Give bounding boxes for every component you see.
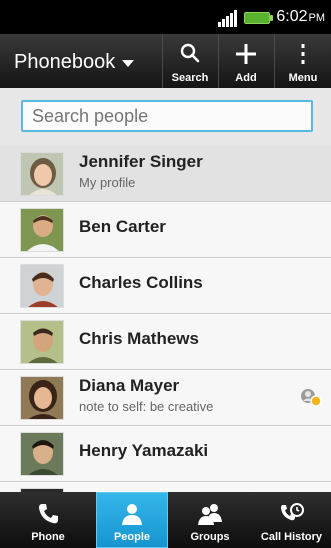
avatar <box>20 432 64 476</box>
add-button-label: Add <box>235 72 257 84</box>
contact-name: Henry Yamazaki <box>79 441 209 460</box>
list-item[interactable] <box>0 482 331 492</box>
search-box[interactable] <box>21 100 313 132</box>
more-vert-icon <box>301 44 305 64</box>
tab-people[interactable]: People <box>96 492 168 548</box>
avatar <box>20 152 64 196</box>
search-button[interactable]: Search <box>162 34 218 88</box>
contact-row-henry-yamazaki[interactable]: Henry Yamazaki <box>0 426 331 482</box>
signal-icon <box>218 9 238 27</box>
search-button-label: Search <box>171 72 209 84</box>
search-input[interactable] <box>23 102 311 130</box>
status-icons: 6:02PM <box>218 8 325 27</box>
menu-button[interactable]: Menu <box>275 34 331 88</box>
contact-name: Charles Collins <box>79 273 203 292</box>
avatar <box>20 264 64 308</box>
page-title: Phonebook <box>14 51 116 73</box>
avatar <box>20 376 64 420</box>
menu-button-label: Menu <box>288 72 318 84</box>
contact-row-charles-collins[interactable]: Charles Collins <box>0 258 331 314</box>
contact-name: Jennifer Singer <box>79 152 203 171</box>
phonebook-dropdown[interactable]: Phonebook <box>14 50 135 74</box>
status-bar: 6:02PM <box>0 0 331 34</box>
phonebook-screen: 6:02PM Phonebook Search Add Menu Search … <box>0 0 331 548</box>
avatar <box>20 208 64 252</box>
contact-row-diana-mayer[interactable]: Diana Mayer note to self: be creative <box>0 370 331 426</box>
chevron-down-icon <box>122 59 135 67</box>
contact-name: Diana Mayer <box>79 376 180 395</box>
plus-icon <box>236 44 256 64</box>
contact-name: Chris Mathews <box>79 329 199 348</box>
contact-name: Ben Carter <box>79 217 166 236</box>
battery-icon <box>244 11 274 24</box>
tab-label: Call History <box>260 531 323 543</box>
status-time-ampm: PM <box>308 12 326 24</box>
tab-phone[interactable]: Phone <box>0 492 96 548</box>
tab-groups[interactable]: Groups <box>168 492 252 548</box>
contact-row-chris-mathews[interactable]: Chris Mathews <box>0 314 331 370</box>
contact-row-jennifer-singer[interactable]: Jennifer Singer My profile <box>0 146 331 202</box>
call-history-icon <box>280 503 304 521</box>
avatar <box>20 320 64 364</box>
tab-label: Phone <box>31 531 65 543</box>
presence-icon <box>301 389 322 407</box>
add-button[interactable]: Add <box>218 34 274 88</box>
search-icon <box>180 43 200 63</box>
tab-label: People <box>113 531 151 543</box>
contact-subtitle: note to self: be creative <box>79 399 214 414</box>
tab-call-history[interactable]: Call History <box>252 492 331 548</box>
phone-icon <box>39 504 58 524</box>
action-bar: Phonebook Search Add Menu <box>0 34 331 89</box>
status-time-value: 6:02 <box>276 8 308 25</box>
contact-subtitle: My profile <box>79 175 136 190</box>
person-icon <box>122 504 142 525</box>
bottom-nav: Phone People Groups Call History <box>0 492 331 548</box>
group-icon <box>198 504 222 525</box>
contact-row-ben-carter[interactable]: Ben Carter <box>0 202 331 258</box>
contact-list[interactable]: Jennifer Singer My profile Ben Carter Ch… <box>0 146 331 492</box>
status-time: 6:02PM <box>276 8 325 27</box>
tab-label: Groups <box>190 531 230 543</box>
